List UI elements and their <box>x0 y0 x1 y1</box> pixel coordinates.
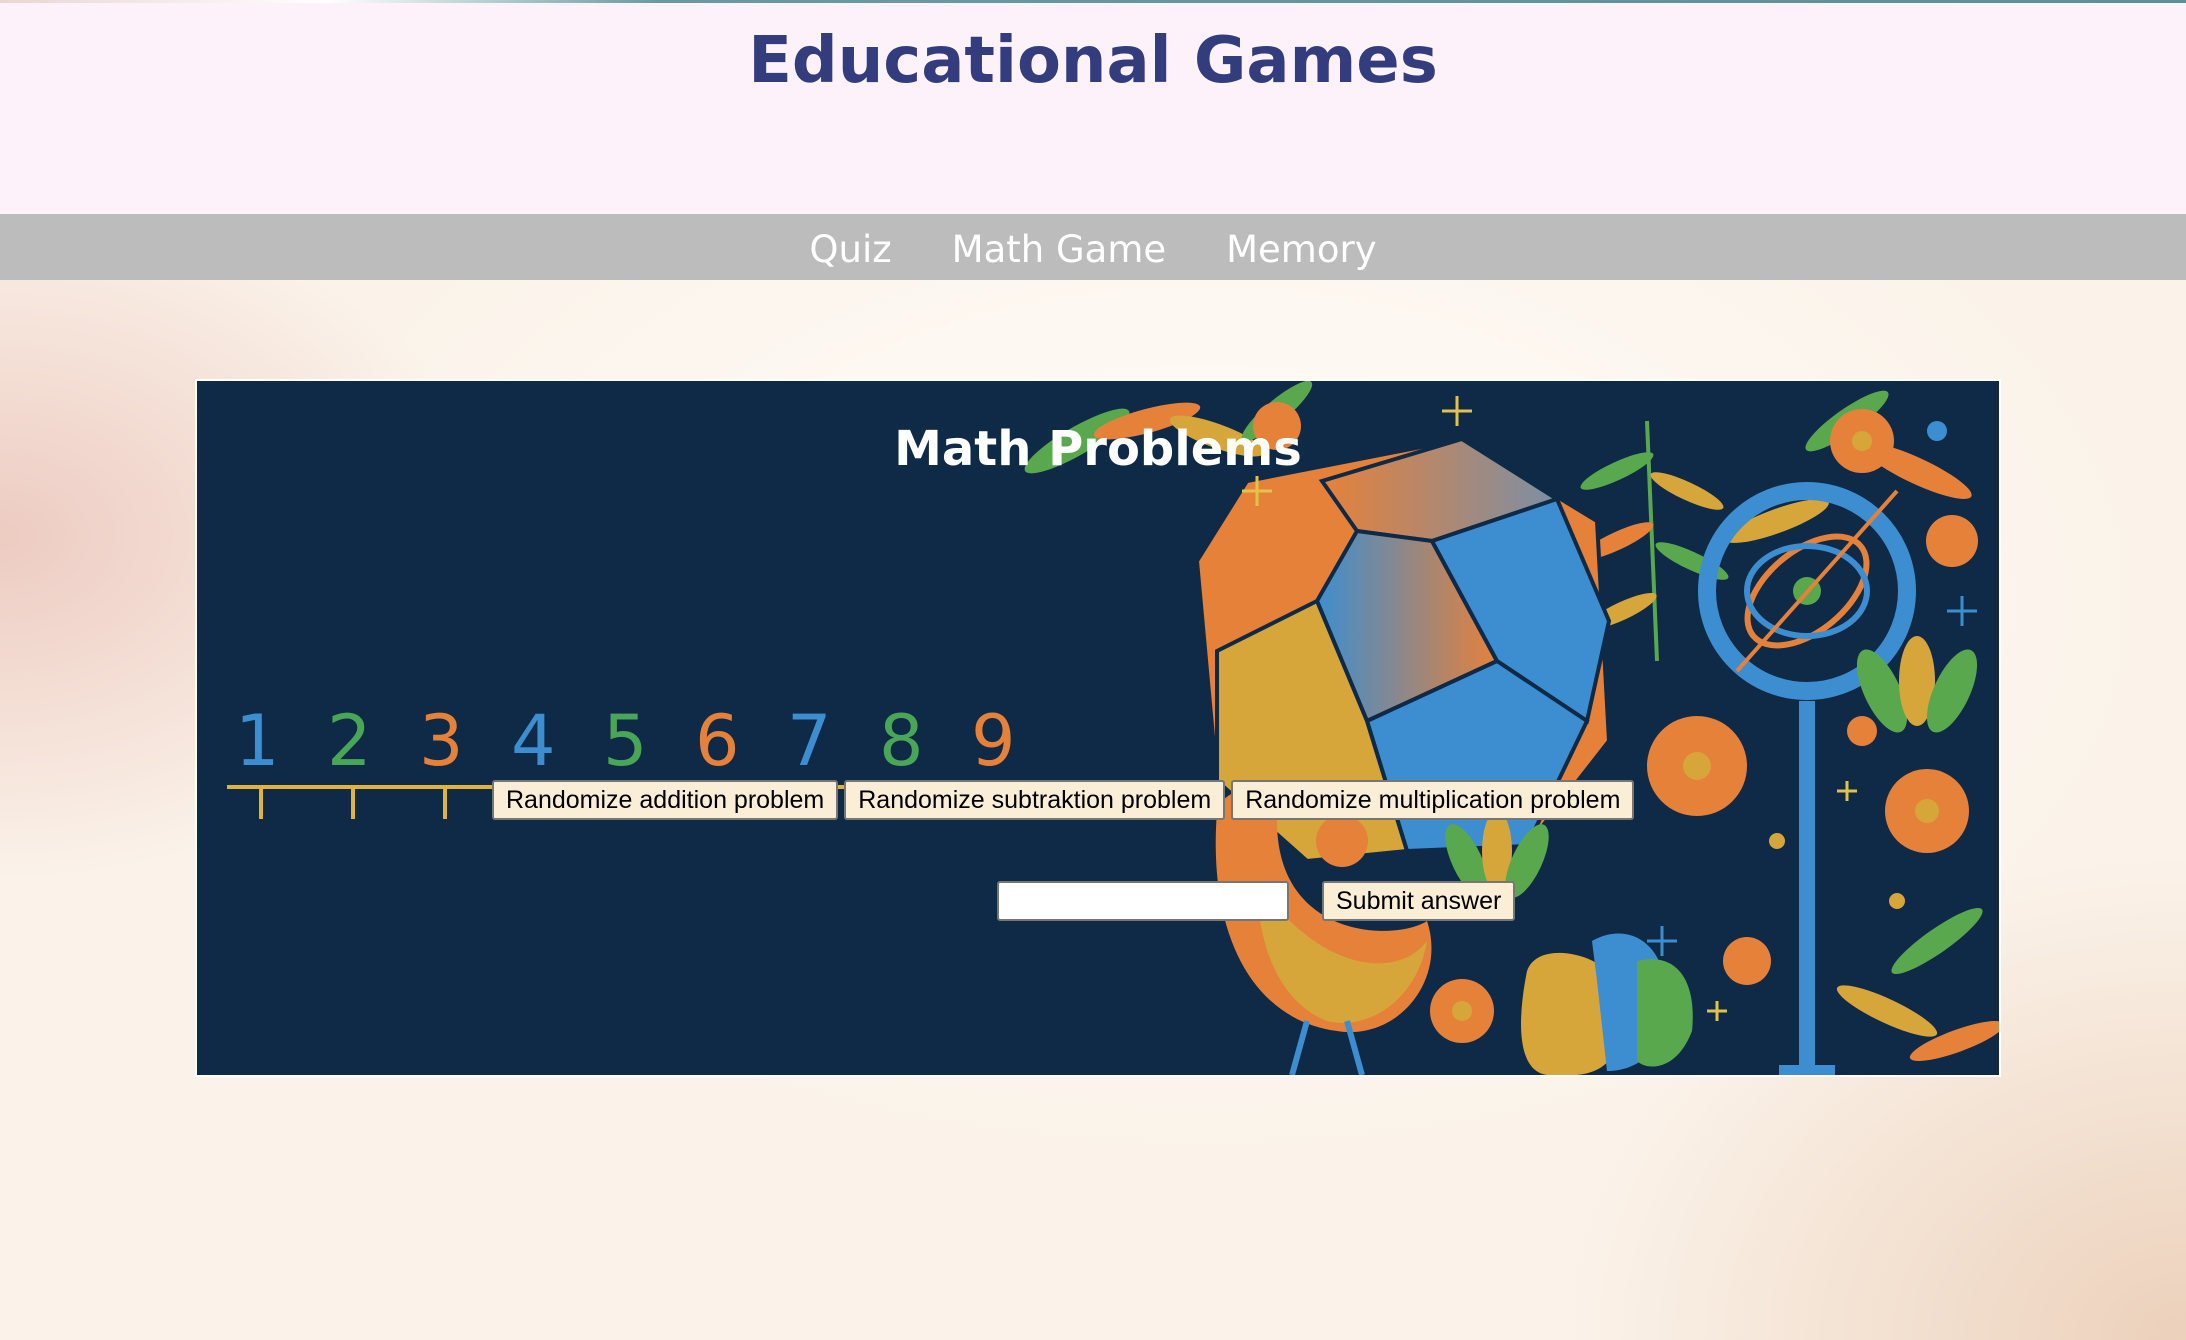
main-nav: Quiz Math Game Memory <box>0 214 2186 280</box>
randomize-addition-button[interactable]: Randomize addition problem <box>492 780 839 820</box>
submit-answer-button[interactable]: Submit answer <box>1322 881 1516 921</box>
number-line-digit: 9 <box>971 700 1016 782</box>
site-title: Educational Games <box>748 24 1438 98</box>
number-line-digit: 8 <box>879 700 924 782</box>
answer-input[interactable] <box>997 881 1289 921</box>
nav-item-quiz[interactable]: Quiz <box>809 211 891 283</box>
nav-item-memory[interactable]: Memory <box>1226 211 1376 283</box>
problem-type-buttons: Randomize addition problem Randomize sub… <box>492 780 1635 820</box>
number-line-digit: 6 <box>695 700 740 782</box>
rock-icon <box>1521 933 1693 1075</box>
randomize-multiplication-button[interactable]: Randomize multiplication problem <box>1231 780 1635 820</box>
math-game-panel: Math Problems 1 2 3 4 5 6 7 8 9 Randomiz… <box>195 379 2001 1077</box>
nav-item-math-game[interactable]: Math Game <box>952 211 1166 283</box>
number-line-digit: 7 <box>787 700 832 782</box>
randomize-subtraction-button[interactable]: Randomize subtraktion problem <box>844 780 1226 820</box>
number-line-digit: 3 <box>419 700 464 782</box>
number-line-digit: 4 <box>511 700 556 782</box>
math-problems-title: Math Problems <box>894 421 1302 477</box>
number-line-digit: 2 <box>327 700 372 782</box>
number-line-digit: 5 <box>603 700 648 782</box>
number-line-digit: 1 <box>235 700 280 782</box>
page-header: Educational Games <box>0 3 2186 214</box>
